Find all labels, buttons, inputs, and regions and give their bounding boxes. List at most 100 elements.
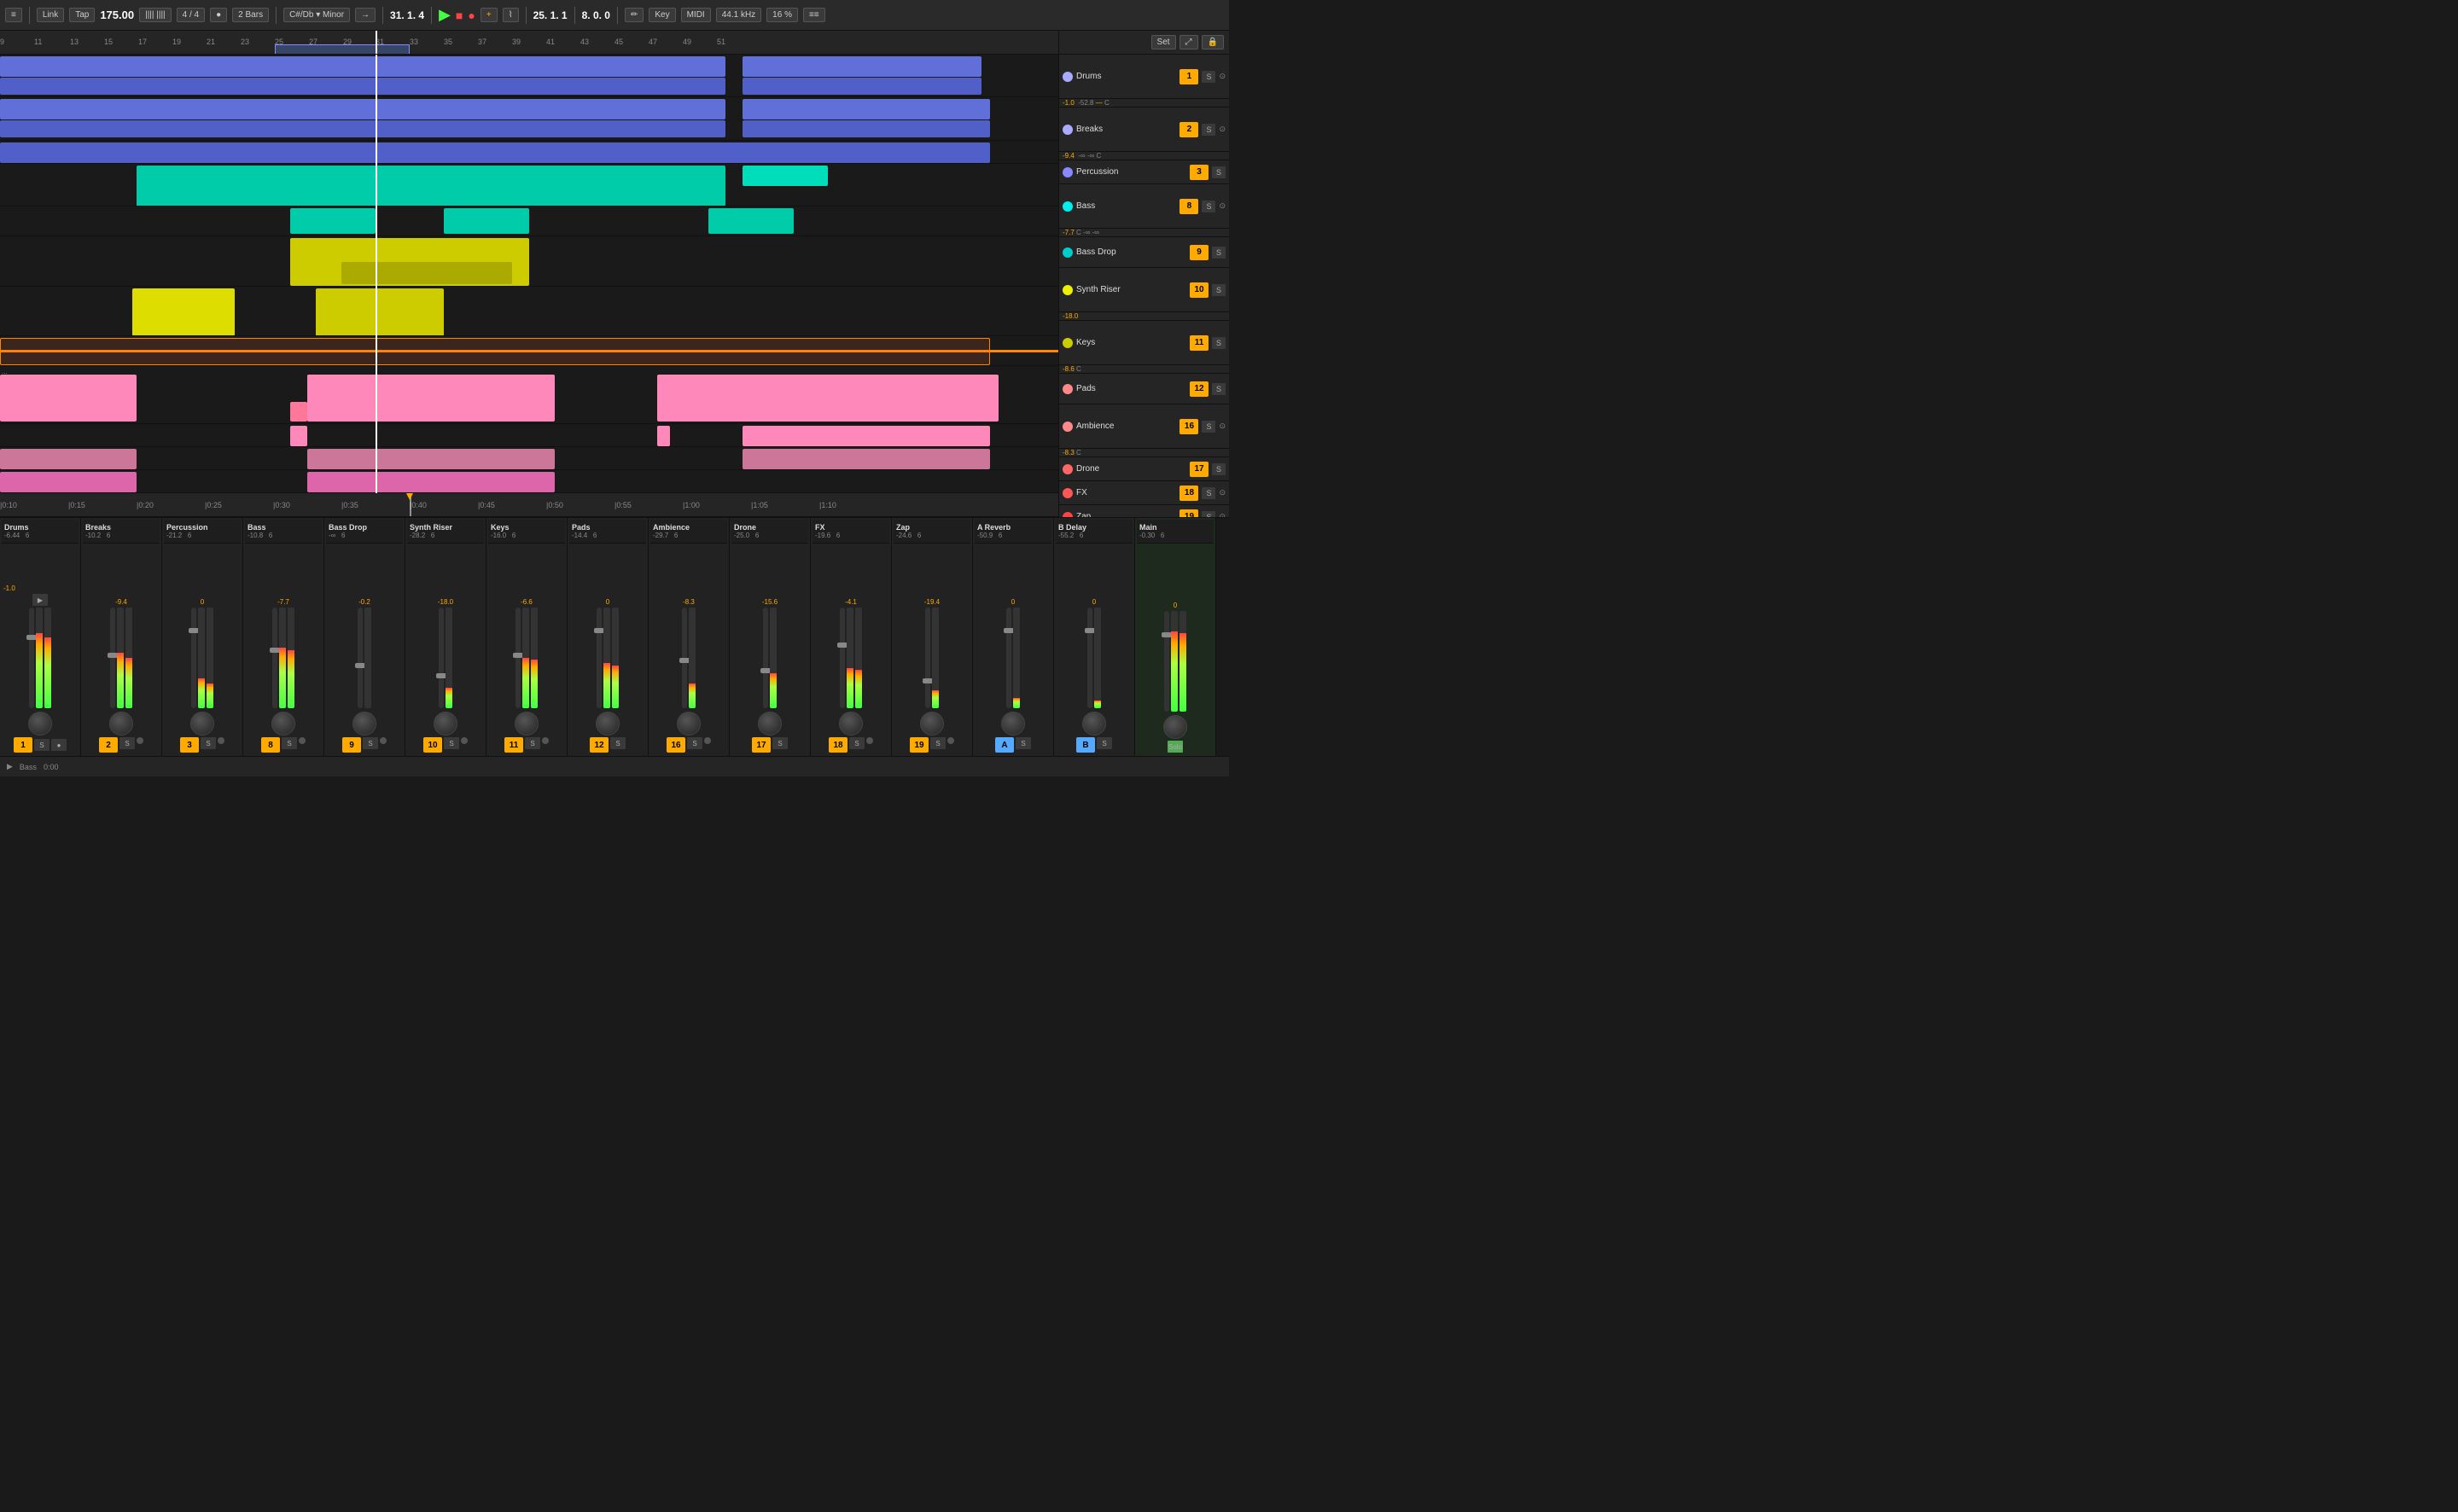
- fader-area-areverb[interactable]: [1006, 608, 1020, 710]
- clip-breaks-4[interactable]: [743, 120, 990, 137]
- fader-track-ambience[interactable]: [682, 608, 687, 708]
- fader-track-zap[interactable]: [925, 608, 930, 708]
- key-button[interactable]: Key: [649, 8, 675, 22]
- clip-amb-4[interactable]: [657, 375, 999, 422]
- track-content-breaks[interactable]: [0, 97, 1058, 139]
- track-solo-zap[interactable]: S: [1202, 511, 1215, 518]
- fader-area-bdelay[interactable]: [1087, 608, 1101, 710]
- clip-drums-3[interactable]: [743, 56, 981, 77]
- clip-drums-1[interactable]: [0, 56, 725, 77]
- track-rec-ambience[interactable]: ⊙: [1219, 422, 1226, 431]
- ch-solo-main[interactable]: Solo: [1168, 741, 1183, 753]
- fader-track-synthriser[interactable]: [439, 608, 444, 708]
- ch-s-pads[interactable]: S: [610, 737, 626, 749]
- ch-s-bdelay[interactable]: S: [1097, 737, 1112, 749]
- ch-dot-drums[interactable]: ●: [51, 739, 67, 751]
- ch-s-zap[interactable]: S: [930, 737, 946, 749]
- track-rec-bass[interactable]: ⊙: [1219, 201, 1226, 211]
- track-content-zap[interactable]: [0, 470, 1058, 492]
- ch-knob-synthriser[interactable]: [434, 712, 457, 736]
- fader-track-bdelay[interactable]: [1087, 608, 1092, 708]
- fader-track-drone[interactable]: [763, 608, 768, 708]
- loop-region[interactable]: [275, 44, 410, 55]
- more-button[interactable]: ≡≡: [803, 8, 825, 22]
- midi-button[interactable]: MIDI: [681, 8, 711, 22]
- ch-s-breaks[interactable]: S: [119, 737, 135, 749]
- track-content-keys[interactable]: [0, 287, 1058, 335]
- fader-area-pads[interactable]: [597, 608, 619, 710]
- fader-area-bassdrop[interactable]: [358, 608, 371, 710]
- ch-s-drone[interactable]: S: [772, 737, 788, 749]
- ch-knob-bdelay[interactable]: [1082, 712, 1106, 736]
- clip-mode[interactable]: ⌇: [503, 8, 519, 22]
- ch-s-synthriser[interactable]: S: [444, 737, 459, 749]
- link-button[interactable]: Link: [37, 8, 64, 22]
- track-rec-drums[interactable]: ⊙: [1219, 72, 1226, 81]
- set-button[interactable]: Set: [1151, 35, 1176, 49]
- clip-amb-5[interactable]: [307, 375, 555, 422]
- fader-area-fx[interactable]: [840, 608, 862, 710]
- track-solo-keys[interactable]: S: [1212, 337, 1226, 349]
- ch-knob-bassdrop[interactable]: [352, 712, 376, 736]
- track-solo-percussion[interactable]: S: [1212, 166, 1226, 178]
- ch-knob-areverb[interactable]: [1001, 712, 1025, 736]
- fader-track-drums[interactable]: [29, 608, 34, 708]
- primary-ruler[interactable]: 9 11 13 15 17 19 21 23 25 27 29 31 33 35…: [0, 31, 1058, 55]
- clip-fx-2[interactable]: [307, 449, 555, 469]
- clip-perc-1[interactable]: [0, 142, 990, 163]
- track-solo-fx[interactable]: S: [1202, 487, 1215, 499]
- clip-fx-1[interactable]: [0, 449, 137, 469]
- clip-keys-1[interactable]: [132, 288, 235, 335]
- track-solo-drone[interactable]: S: [1212, 463, 1226, 475]
- track-content-synthriser[interactable]: [0, 236, 1058, 285]
- loop-length[interactable]: 2 Bars: [232, 8, 269, 22]
- clip-drone-1[interactable]: [290, 426, 307, 446]
- stop-button[interactable]: ■: [456, 9, 463, 22]
- fader-track-bass[interactable]: [272, 608, 277, 708]
- ch-s-bass[interactable]: S: [282, 737, 297, 749]
- clip-pads-1[interactable]: [0, 338, 990, 365]
- track-content-ambience[interactable]: ...: [0, 366, 1058, 423]
- track-solo-breaks[interactable]: S: [1202, 124, 1215, 136]
- clip-bassdrop-2[interactable]: [444, 208, 529, 234]
- ch-knob-breaks[interactable]: [109, 712, 133, 736]
- fader-track-areverb[interactable]: [1006, 608, 1011, 708]
- clip-bass-1[interactable]: [137, 166, 725, 206]
- track-rec-fx[interactable]: ⊙: [1219, 488, 1226, 497]
- clip-drone-2[interactable]: [657, 426, 670, 446]
- fader-area-keys[interactable]: [515, 608, 538, 710]
- ch-knob-zap[interactable]: [920, 712, 944, 736]
- track-content-bassdrop[interactable]: [0, 206, 1058, 236]
- fader-track-pads[interactable]: [597, 608, 602, 708]
- clip-bassdrop-4[interactable]: [743, 208, 794, 234]
- ch-s-areverb[interactable]: S: [1016, 737, 1031, 749]
- clip-amb-1[interactable]: [0, 375, 137, 422]
- track-solo-bassdrop[interactable]: S: [1212, 247, 1226, 259]
- fader-track-main[interactable]: [1164, 611, 1169, 712]
- fader-track-bassdrop[interactable]: [358, 608, 363, 708]
- fader-area-ambience[interactable]: [682, 608, 696, 710]
- rec-button[interactable]: ●: [468, 9, 475, 22]
- ch-knob-perc[interactable]: [190, 712, 214, 736]
- clip-breaks-3[interactable]: [743, 99, 990, 119]
- track-solo-ambience[interactable]: S: [1202, 421, 1215, 433]
- fader-area-synthriser[interactable]: [439, 608, 452, 710]
- tracks-area[interactable]: ...: [0, 55, 1058, 493]
- clip-breaks-2[interactable]: [0, 120, 725, 137]
- ch-s-drums[interactable]: S: [34, 739, 50, 751]
- fader-track-breaks[interactable]: [110, 608, 115, 708]
- clip-bassdrop-1[interactable]: [290, 208, 376, 234]
- track-label-synthriser[interactable]: Synth Riser: [1076, 285, 1186, 294]
- ch-knob-drums[interactable]: [28, 712, 52, 736]
- track-content-percussion[interactable]: [0, 141, 1058, 163]
- fader-track-keys[interactable]: [515, 608, 521, 708]
- ch-knob-ambience[interactable]: [677, 712, 701, 736]
- key-selector[interactable]: C#/Db ▾ Minor: [283, 8, 350, 22]
- ch-knob-fx[interactable]: [839, 712, 863, 736]
- tap-button[interactable]: Tap: [69, 8, 95, 22]
- clip-fx-3[interactable]: [743, 449, 990, 469]
- follow-button[interactable]: →: [355, 8, 376, 22]
- track-content-drone[interactable]: [0, 424, 1058, 446]
- clip-keys-2[interactable]: [316, 288, 444, 335]
- clip-zap-2[interactable]: [307, 472, 555, 492]
